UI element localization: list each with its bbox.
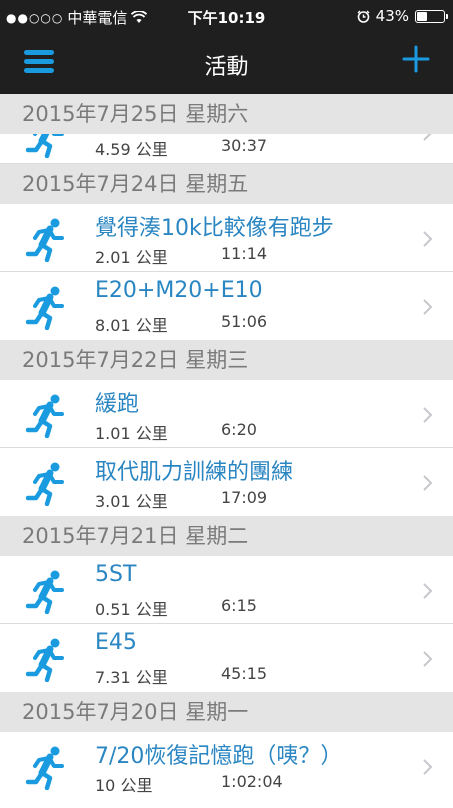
running-icon [26,134,68,158]
section-header: 2015年7月25日 星期六 [0,94,453,134]
running-icon [26,570,68,614]
activity-duration: 45:15 [221,664,268,683]
activity-distance: 2.01 公里 [95,248,168,267]
activity-name: 緩跑 [95,392,140,417]
status-right: 43% [357,7,448,25]
activity-row[interactable]: E45 7.31 公里 45:15 [0,624,453,692]
activity-list: 2015年7月25日 星期六 4.59 公里 30:37 2015年7月24日 … [0,94,453,800]
activity-duration: 30:37 [221,136,268,155]
running-icon [26,746,68,790]
chevron-right-icon [423,759,433,775]
alarm-clock-icon [357,10,370,23]
running-icon [26,218,68,262]
chevron-right-icon [423,231,433,247]
activity-duration: 6:15 [221,596,257,615]
activity-name: E20+M20+E10 [95,278,263,303]
chevron-right-icon [423,651,433,667]
activity-name: 7/20恢復記憶跑（咦？） [95,744,343,769]
activity-name: 5ST [95,562,137,587]
activity-distance: 8.01 公里 [95,316,168,335]
activity-name: 取代肌力訓練的團練 [95,460,294,485]
battery-percent: 43% [375,7,409,25]
activity-row[interactable]: 7/20恢復記憶跑（咦？） 10 公里 1:02:04 [0,732,453,800]
activity-row[interactable]: 緩跑 1.01 公里 6:20 [0,380,453,448]
chevron-right-icon [423,583,433,599]
status-bar: ●●○○○ 中華電信 下午10:19 43% [0,0,453,32]
section-header: 2015年7月22日 星期三 [0,340,453,380]
running-icon [26,394,68,438]
navigation-bar: 活動 [0,32,453,94]
activity-row[interactable]: E20+M20+E10 8.01 公里 51:06 [0,272,453,340]
chevron-right-icon [423,134,432,141]
running-icon [26,286,68,330]
activity-name: 覺得湊10k比較像有跑步 [95,216,334,241]
activity-distance: 4.59 公里 [95,140,168,159]
running-icon [26,638,68,682]
page-title: 活動 [204,55,249,80]
activity-duration: 11:14 [221,244,268,263]
activity-distance: 3.01 公里 [95,492,168,511]
chevron-right-icon [423,475,433,491]
activity-duration: 17:09 [221,488,268,507]
activity-name: E45 [95,630,137,655]
running-icon [26,462,68,506]
section-header: 2015年7月21日 星期二 [0,516,453,556]
activity-duration: 51:06 [221,312,268,331]
activity-row[interactable]: 取代肌力訓練的團練 3.01 公里 17:09 [0,448,453,516]
activity-duration: 6:20 [221,420,257,439]
section-header: 2015年7月20日 星期一 [0,692,453,732]
activity-row[interactable]: 4.59 公里 30:37 [0,134,453,164]
activity-row[interactable]: 5ST 0.51 公里 6:15 [0,556,453,624]
battery-level-fill [417,11,427,21]
chevron-right-icon [423,299,433,315]
section-header: 2015年7月24日 星期五 [0,164,453,204]
activity-row[interactable]: 覺得湊10k比較像有跑步 2.01 公里 11:14 [0,204,453,272]
plus-icon[interactable] [401,44,431,74]
battery-icon [415,9,448,23]
chevron-right-icon [423,407,433,423]
activity-distance: 1.01 公里 [95,424,168,443]
activity-distance: 0.51 公里 [95,600,168,619]
activity-distance: 10 公里 [95,776,153,795]
activity-distance: 7.31 公里 [95,668,168,687]
activity-duration: 1:02:04 [221,772,283,791]
